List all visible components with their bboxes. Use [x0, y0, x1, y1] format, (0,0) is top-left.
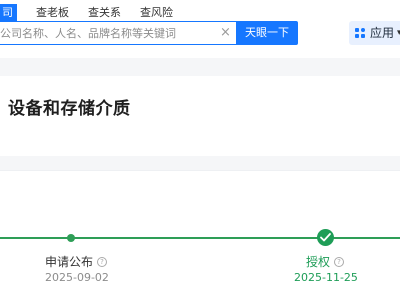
search-box: × [0, 21, 236, 45]
timeline-dot [67, 234, 75, 242]
apps-button[interactable]: 应用 ▾ [349, 21, 400, 45]
apps-grid-icon [355, 27, 366, 39]
search-input[interactable] [0, 22, 210, 44]
step-grant-text: 授权 [306, 255, 331, 269]
search-type-tabs: 司 查老板 查关系 查风险 [0, 4, 173, 21]
step-label-publish: 申请公布 ? [45, 253, 108, 270]
search-button[interactable]: 天眼一下 [236, 21, 298, 45]
top-bar: 司 查老板 查关系 查风险 × 天眼一下 应用 ▾ [0, 0, 400, 58]
page-title: 设备和存储介质 [8, 99, 131, 119]
apps-label: 应用 [370, 26, 395, 40]
step-date-publish: 2025-09-02 [45, 271, 109, 284]
step-date-grant: 2025-11-25 [294, 271, 358, 284]
help-icon[interactable]: ? [97, 256, 108, 267]
tab-risk[interactable]: 查风险 [140, 4, 173, 21]
step-publish-text: 申请公布 [45, 255, 94, 269]
tab-company[interactable]: 司 [0, 4, 17, 21]
step-label-grant: 授权 ? [306, 253, 345, 270]
tab-relation[interactable]: 查关系 [88, 4, 121, 21]
timeline-line [0, 237, 400, 239]
tab-boss[interactable]: 查老板 [36, 4, 69, 21]
help-icon[interactable]: ? [334, 256, 345, 267]
check-icon [317, 229, 334, 246]
close-icon[interactable]: × [220, 25, 231, 41]
